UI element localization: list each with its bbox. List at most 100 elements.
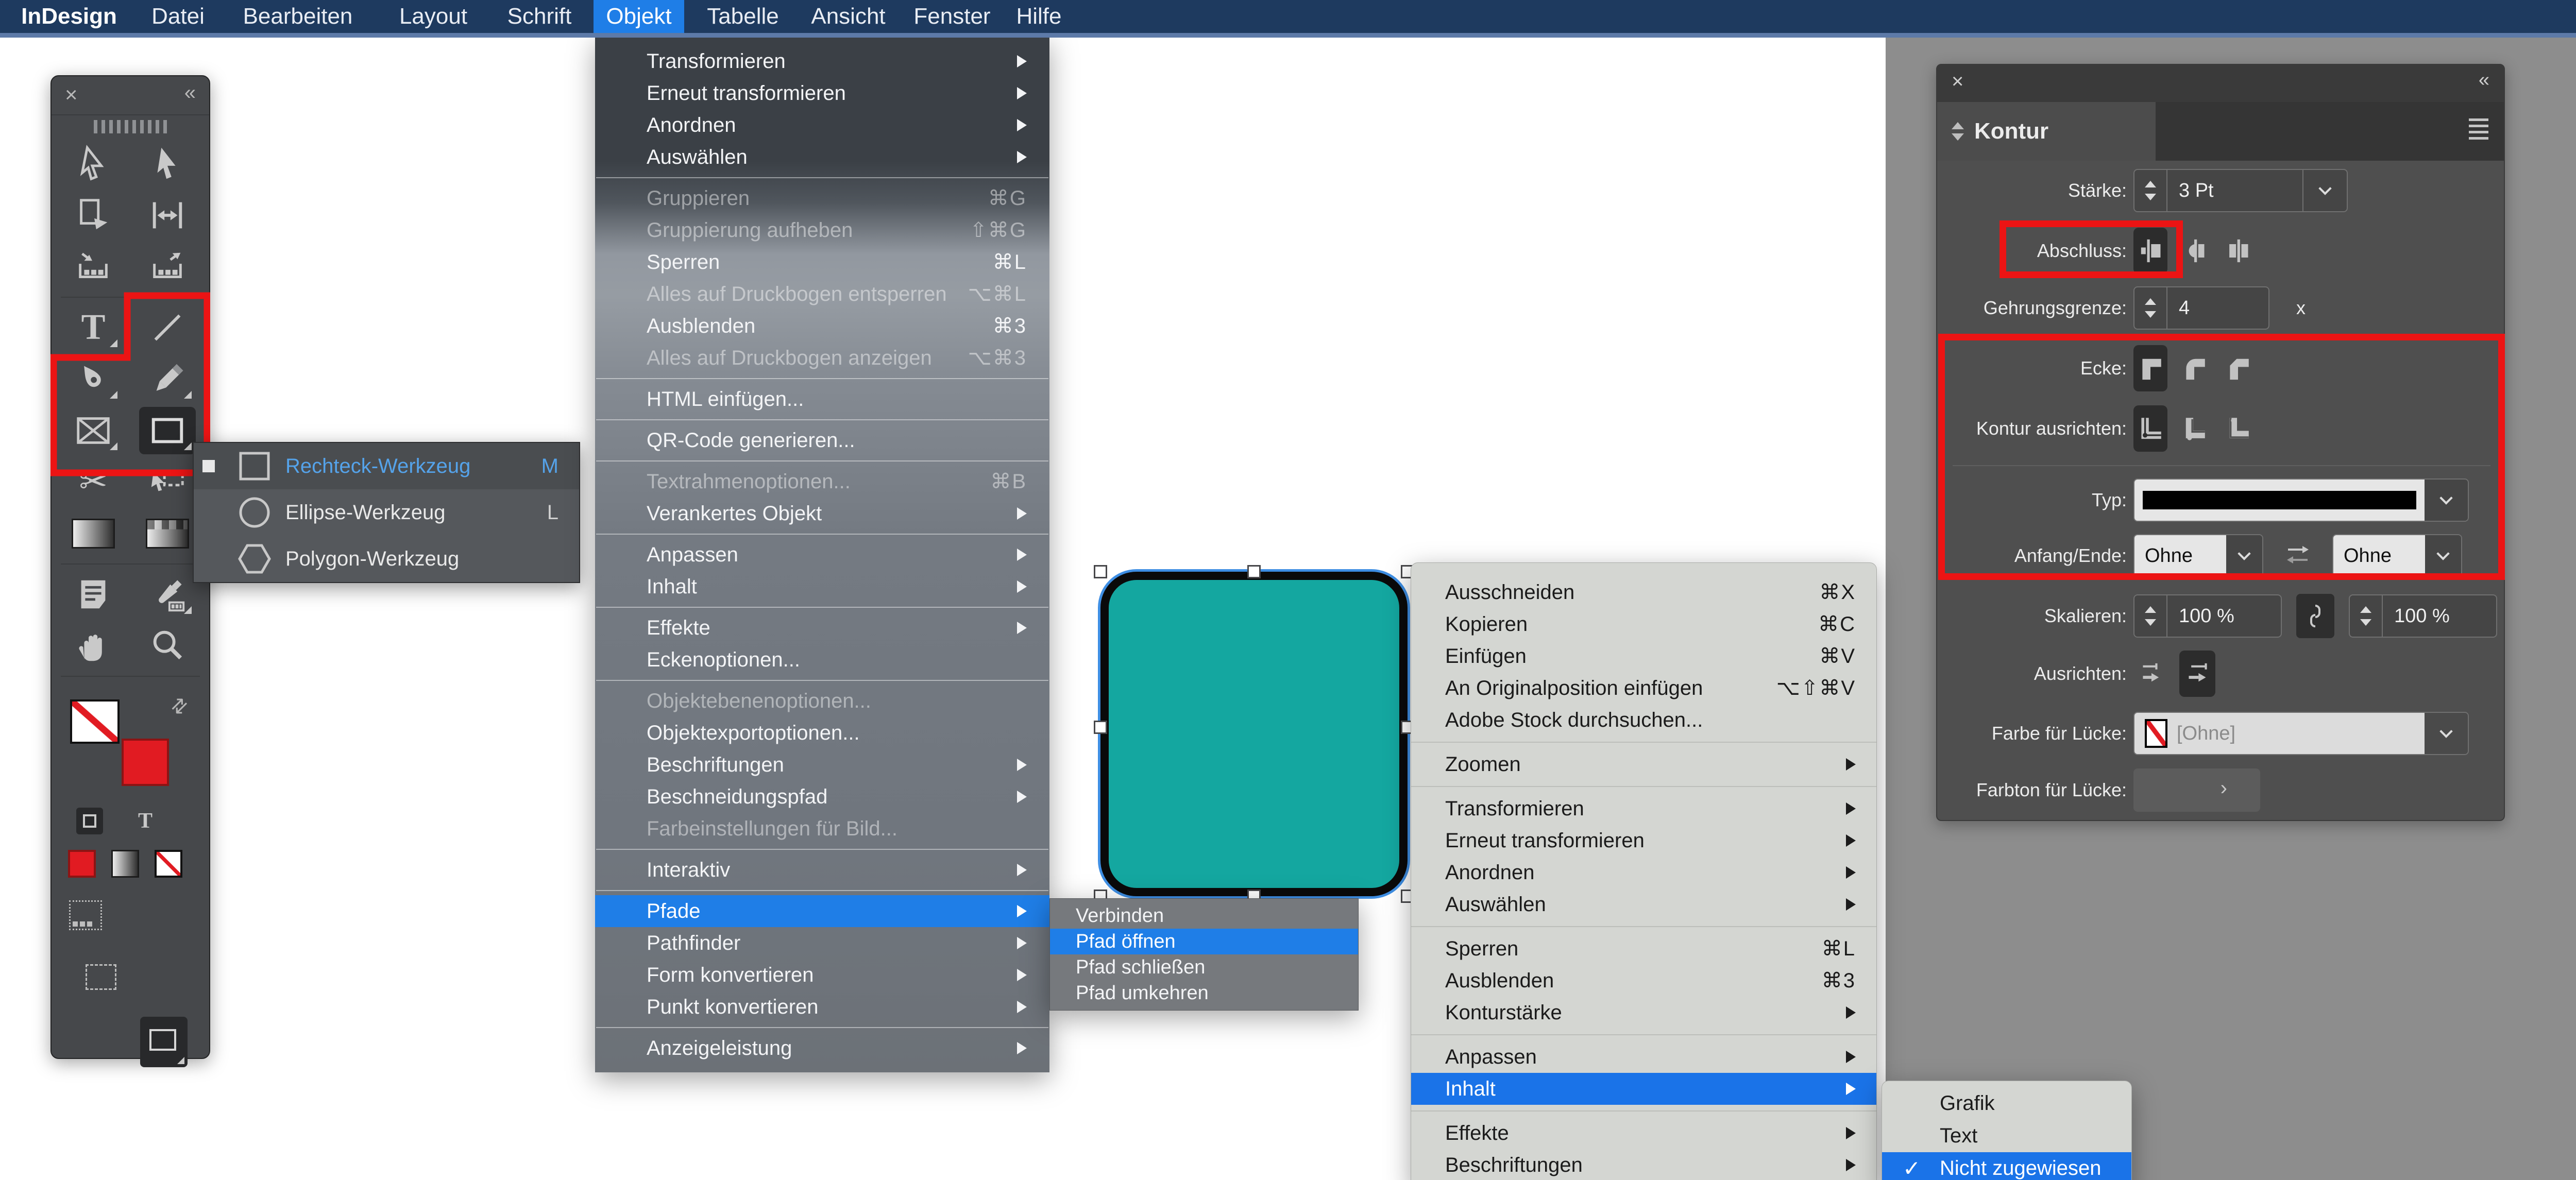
miter-value[interactable]: 4 — [2167, 287, 2268, 329]
align-stroke-inside-button[interactable] — [2177, 405, 2211, 452]
line-tool[interactable] — [139, 304, 196, 351]
projecting-cap-button[interactable] — [2221, 228, 2255, 274]
stepper-arrows-icon[interactable] — [2134, 595, 2167, 637]
selected-rectangle-shape[interactable] — [1100, 572, 1408, 896]
align-stroke-center-button[interactable] — [2133, 405, 2167, 452]
link-scale-icon[interactable] — [2296, 594, 2334, 638]
objekt-menu-item-inhalt[interactable]: Inhalt — [595, 571, 1049, 603]
objekt-menu-item-textrahmenoptionen[interactable]: Textrahmenoptionen...⌘B — [595, 466, 1049, 498]
close-icon[interactable]: × — [65, 82, 78, 107]
menubar-item-layout[interactable]: Layout — [380, 0, 486, 33]
objekt-menu-item-objektexportoptionen[interactable]: Objektexportoptionen... — [595, 717, 1049, 749]
context-menu-item-an-originalposition-einfügen[interactable]: An Originalposition einfügen⌥⇧⌘V — [1411, 672, 1876, 704]
start-dropdown-icon[interactable] — [2226, 535, 2262, 576]
objekt-menu-item-eckenoptionen[interactable]: Eckenoptionen... — [595, 644, 1049, 676]
context-menu-item-ausschneiden[interactable]: Ausschneiden⌘X — [1411, 576, 1876, 608]
menubar-item-datei[interactable]: Datei — [138, 0, 218, 33]
objekt-menu-item-verankertes-objekt[interactable]: Verankertes Objekt — [595, 498, 1049, 529]
stepper-arrows-icon[interactable] — [2134, 287, 2167, 329]
objekt-menu-item-alles-auf-druckbogen-entsperren[interactable]: Alles auf Druckbogen entsperren⌥⌘L — [595, 278, 1049, 310]
panel-menu-icon[interactable] — [2469, 118, 2488, 140]
selection-handle[interactable] — [1247, 565, 1261, 578]
pfade-submenu-item-verbinden[interactable]: Verbinden — [1050, 903, 1358, 929]
context-menu-item-effekte[interactable]: Effekte — [1411, 1117, 1876, 1149]
apply-color-button[interactable] — [68, 850, 96, 878]
scale-end-stepper[interactable]: 100 % — [2349, 594, 2497, 638]
screen-mode-button[interactable] — [140, 1017, 188, 1067]
context-menu-item-ausblenden[interactable]: Ausblenden⌘3 — [1411, 965, 1876, 997]
context-menu-item-erneut-transformieren[interactable]: Erneut transformieren — [1411, 825, 1876, 857]
menubar-item-indesign[interactable]: InDesign — [9, 0, 129, 33]
objekt-menu-item-form-konvertieren[interactable]: Form konvertieren — [595, 959, 1049, 991]
context-menu-item-zoomen[interactable]: Zoomen — [1411, 748, 1876, 780]
gap-color-dropdown[interactable]: [Ohne] — [2133, 712, 2469, 755]
scale-start-stepper[interactable]: 100 % — [2133, 594, 2282, 638]
stepper-arrows-icon[interactable] — [2134, 170, 2167, 211]
scissors-tool[interactable]: ✂ — [65, 458, 122, 506]
objekt-menu-item-html-einfügen[interactable]: HTML einfügen... — [595, 383, 1049, 415]
context-menu-item-anordnen[interactable]: Anordnen — [1411, 857, 1876, 888]
content-placer-tool[interactable] — [139, 243, 196, 290]
context-menu-item-anpassen[interactable]: Anpassen — [1411, 1041, 1876, 1073]
gradient-swatch-tool[interactable] — [65, 510, 122, 557]
objekt-menu-item-farbeinstellungen-für-bild[interactable]: Farbeinstellungen für Bild... — [595, 813, 1049, 845]
selection-handle[interactable] — [1094, 721, 1107, 734]
inhalt-submenu-item-nicht-zugewiesen[interactable]: ✓Nicht zugewiesen — [1882, 1152, 2131, 1180]
flyout-item-ellipse-werkzeug[interactable]: Ellipse-WerkzeugL — [194, 489, 579, 536]
hand-tool[interactable] — [65, 622, 122, 670]
menubar-item-hilfe[interactable]: Hilfe — [1002, 0, 1076, 33]
flyout-item-polygon-werkzeug[interactable]: Polygon-Werkzeug — [194, 536, 579, 582]
selection-handle[interactable] — [1094, 565, 1107, 578]
drag-grip-icon[interactable] — [52, 115, 209, 138]
objekt-menu-item-anzeigeleistung[interactable]: Anzeigeleistung — [595, 1032, 1049, 1064]
butt-cap-button[interactable] — [2133, 228, 2167, 274]
gap-color-dropdown-icon[interactable] — [2425, 713, 2468, 754]
eyedropper-tool[interactable] — [139, 571, 196, 618]
type-dropdown-icon[interactable] — [2425, 480, 2468, 521]
view-options-icon[interactable] — [86, 964, 116, 990]
swap-fill-stroke-icon[interactable]: ⇄ — [165, 692, 193, 720]
page-tool[interactable] — [65, 192, 122, 239]
formatting-affects-container-icon[interactable] — [76, 808, 103, 834]
inhalt-submenu-item-grafik[interactable]: Grafik — [1882, 1087, 2131, 1120]
objekt-menu-item-sperren[interactable]: Sperren⌘L — [595, 246, 1049, 278]
align-arrowheads-outside-button[interactable] — [2179, 651, 2215, 697]
objekt-menu-item-gruppieren[interactable]: Gruppieren⌘G — [595, 182, 1049, 214]
context-menu-item-kopieren[interactable]: Kopieren⌘C — [1411, 608, 1876, 640]
context-menu-item-sperren[interactable]: Sperren⌘L — [1411, 933, 1876, 965]
tab-kontur[interactable]: Kontur — [1937, 102, 2156, 161]
objekt-menu-item-ausblenden[interactable]: Ausblenden⌘3 — [595, 310, 1049, 342]
menubar-item-ansicht[interactable]: Ansicht — [795, 0, 902, 33]
stepper-arrows-icon[interactable] — [2350, 595, 2383, 637]
context-menu-item-adobe-stock-durchsuchen[interactable]: Adobe Stock durchsuchen... — [1411, 704, 1876, 736]
objekt-menu-item-objektebenenoptionen[interactable]: Objektebenenoptionen... — [595, 685, 1049, 717]
objekt-menu-item-beschriftungen[interactable]: Beschriftungen — [595, 749, 1049, 781]
objekt-menu-item-alles-auf-druckbogen-anzeigen[interactable]: Alles auf Druckbogen anzeigen⌥⌘3 — [595, 342, 1049, 374]
round-cap-button[interactable] — [2177, 228, 2211, 274]
zoom-tool[interactable] — [139, 622, 196, 670]
start-dropdown[interactable]: Ohne — [2133, 534, 2263, 577]
apply-gradient-button[interactable] — [111, 850, 139, 878]
align-arrowheads-inside-button[interactable] — [2133, 651, 2170, 697]
collapse-icon[interactable]: « — [2479, 69, 2489, 91]
selection-tool[interactable] — [65, 140, 122, 187]
context-menu-item-inhalt[interactable]: Inhalt — [1411, 1073, 1876, 1105]
objekt-menu-item-qr-code-generieren[interactable]: QR-Code generieren... — [595, 424, 1049, 456]
close-icon[interactable]: × — [1952, 70, 1963, 93]
menubar-item-bearbeiten[interactable]: Bearbeiten — [221, 0, 375, 33]
objekt-menu-item-transformieren[interactable]: Transformieren — [595, 45, 1049, 77]
align-stroke-outside-button[interactable] — [2221, 405, 2255, 452]
fill-color-indicator[interactable] — [70, 699, 120, 744]
apply-none-button[interactable] — [155, 850, 182, 878]
objekt-menu-item-anpassen[interactable]: Anpassen — [595, 539, 1049, 571]
flyout-item-rechteck-werkzeug[interactable]: Rechteck-WerkzeugM — [194, 443, 579, 489]
objekt-menu-item-pfade[interactable]: Pfade — [595, 895, 1049, 927]
objekt-menu-item-erneut-transformieren[interactable]: Erneut transformieren — [595, 77, 1049, 109]
direct-selection-tool[interactable] — [139, 140, 196, 187]
menubar-item-schrift[interactable]: Schrift — [488, 0, 590, 33]
weight-stepper[interactable]: 3 Pt — [2133, 169, 2348, 212]
panel-height-toggle-icon[interactable] — [1952, 122, 1964, 141]
collapse-icon[interactable]: « — [184, 81, 196, 105]
menubar-item-objekt[interactable]: Objekt — [594, 0, 684, 33]
objekt-menu-item-anordnen[interactable]: Anordnen — [595, 109, 1049, 141]
